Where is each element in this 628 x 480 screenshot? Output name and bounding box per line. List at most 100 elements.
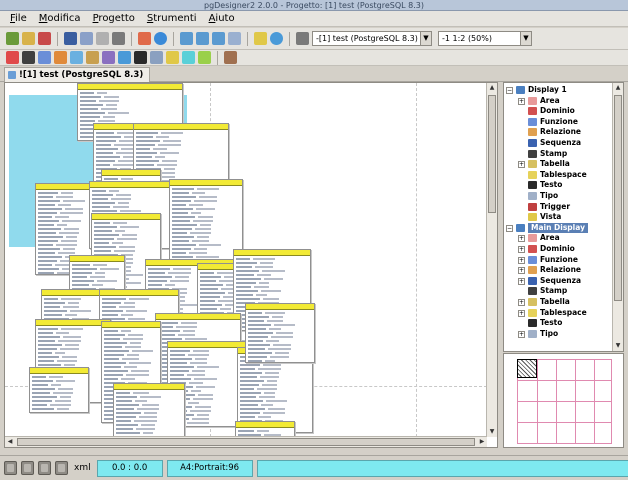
sequence-icon <box>528 139 537 147</box>
cut-icon[interactable] <box>112 32 125 45</box>
menu-progetto[interactable]: Progetto <box>87 11 141 27</box>
domain-tool-icon[interactable] <box>86 51 99 64</box>
new-project-icon[interactable] <box>6 32 19 45</box>
open-project-icon[interactable] <box>22 32 35 45</box>
scroll-right-icon[interactable]: ▶ <box>477 437 487 447</box>
tree-item-label: Tabella <box>540 159 570 169</box>
document-tabs: ![1] test (PostgreSQL 8.3) <box>0 66 628 82</box>
collapse-icon[interactable]: − <box>506 224 513 232</box>
refresh-icon[interactable] <box>270 32 283 45</box>
display-icon <box>516 86 525 94</box>
function-icon <box>528 117 537 126</box>
tree-item-label: Area <box>540 233 560 243</box>
zoom-fit-icon[interactable] <box>212 32 225 45</box>
function-tool-icon[interactable] <box>38 51 51 64</box>
database-icon[interactable] <box>154 32 167 45</box>
table-entity[interactable] <box>29 367 89 413</box>
grid-icon[interactable] <box>254 32 267 45</box>
project-select[interactable]: -[1] test (PostgreSQL 8.3) ▼ <box>312 31 432 46</box>
table-entity[interactable] <box>235 421 295 437</box>
table-entity[interactable] <box>113 383 185 437</box>
tree-item-label: Sequenza <box>540 138 582 147</box>
save-as-icon[interactable] <box>80 32 93 45</box>
horizontal-scrollbar[interactable]: ◀ ▶ <box>5 436 487 447</box>
view-tool-icon[interactable] <box>198 51 211 64</box>
collapse-icon[interactable]: − <box>506 87 513 94</box>
relation-tool-icon[interactable] <box>54 51 67 64</box>
zoom-reset-icon[interactable] <box>228 32 241 45</box>
status-button-3[interactable] <box>38 461 51 475</box>
text-tool-icon[interactable] <box>134 51 147 64</box>
menu-strumenti[interactable]: Strumenti <box>141 11 203 27</box>
table-entity[interactable] <box>245 303 315 363</box>
stamp-tool-icon[interactable] <box>22 51 35 64</box>
relation-icon <box>528 128 537 137</box>
stop-icon[interactable] <box>6 51 19 64</box>
chevron-down-icon: ▼ <box>520 32 531 45</box>
import-icon[interactable] <box>138 32 151 45</box>
object-tree: − Display 1 + Area Dominio Funzione Relazione S… <box>503 82 624 352</box>
tree-item-label: Sequenza <box>540 275 582 285</box>
expand-icon[interactable]: + <box>518 330 525 338</box>
table-icon <box>528 298 537 306</box>
tablespace-icon <box>528 308 537 317</box>
status-button-2[interactable] <box>21 461 34 475</box>
scroll-up-icon[interactable]: ▲ <box>613 83 623 93</box>
coordinates-field: 0.0 : 0.0 <box>96 459 163 477</box>
scroll-down-icon[interactable]: ▼ <box>613 341 623 351</box>
tablespace-tool-icon[interactable] <box>182 51 195 64</box>
scroll-thumb[interactable] <box>488 95 496 213</box>
expand-icon[interactable]: + <box>518 277 525 285</box>
wand-tool-icon[interactable] <box>224 51 237 64</box>
sequence-tool-icon[interactable] <box>70 51 83 64</box>
scroll-up-icon[interactable]: ▲ <box>487 83 497 93</box>
area-tool-icon[interactable] <box>102 51 115 64</box>
expand-icon[interactable]: + <box>518 246 525 253</box>
menu-aiuto[interactable]: Aiuto <box>203 11 241 27</box>
main-toolbar: -[1] test (PostgreSQL 8.3) ▼ -1 1:2 (50%)… <box>0 28 628 50</box>
scroll-thumb[interactable] <box>17 438 475 446</box>
trigger-tool-icon[interactable] <box>118 51 131 64</box>
table-tool-icon[interactable] <box>166 51 179 64</box>
expand-icon[interactable]: + <box>518 309 525 317</box>
type-tool-icon[interactable] <box>150 51 163 64</box>
stamp-icon <box>528 149 537 158</box>
expand-icon[interactable]: + <box>518 267 525 275</box>
expand-icon[interactable]: + <box>518 235 525 243</box>
table-entity[interactable] <box>169 179 243 267</box>
tablespace-icon <box>528 170 537 179</box>
scroll-left-icon[interactable]: ◀ <box>5 437 15 447</box>
object-toolbar <box>0 50 628 66</box>
project-icon <box>8 71 16 79</box>
table-icon <box>528 160 537 169</box>
tab-project-test[interactable]: ![1] test (PostgreSQL 8.3) <box>4 67 151 82</box>
zoom-select[interactable]: -1 1:2 (50%) ▼ <box>438 31 532 46</box>
zoom-in-icon[interactable] <box>180 32 193 45</box>
vertical-scrollbar[interactable]: ▲ ▼ <box>486 83 497 437</box>
tree-scrollbar[interactable]: ▲ ▼ <box>612 83 623 351</box>
expand-icon[interactable]: + <box>518 256 525 264</box>
scroll-down-icon[interactable]: ▼ <box>487 427 497 437</box>
status-button-1[interactable] <box>4 461 17 475</box>
viewport-indicator[interactable] <box>517 359 537 378</box>
expand-icon[interactable]: + <box>518 161 525 169</box>
menu-modifica[interactable]: Modifica <box>33 11 87 27</box>
trigger-icon <box>528 202 537 211</box>
expand-icon[interactable]: + <box>518 299 525 306</box>
save-icon[interactable] <box>64 32 77 45</box>
diagram-canvas[interactable] <box>5 83 487 437</box>
tree-item-label: Stamp <box>540 286 568 296</box>
tree-item-label: Relazione <box>540 127 582 137</box>
display-icon <box>516 223 525 232</box>
tree-item-label: Tipo <box>540 328 559 338</box>
properties-icon[interactable] <box>296 32 309 45</box>
text-icon <box>528 181 537 190</box>
close-project-icon[interactable] <box>38 32 51 45</box>
tree-item-label: Tablespace <box>540 307 587 317</box>
print-icon[interactable] <box>96 32 109 45</box>
scroll-thumb[interactable] <box>614 95 622 301</box>
expand-icon[interactable]: + <box>518 97 525 105</box>
zoom-out-icon[interactable] <box>196 32 209 45</box>
status-button-4[interactable] <box>55 461 68 475</box>
menu-file[interactable]: File <box>4 11 33 27</box>
